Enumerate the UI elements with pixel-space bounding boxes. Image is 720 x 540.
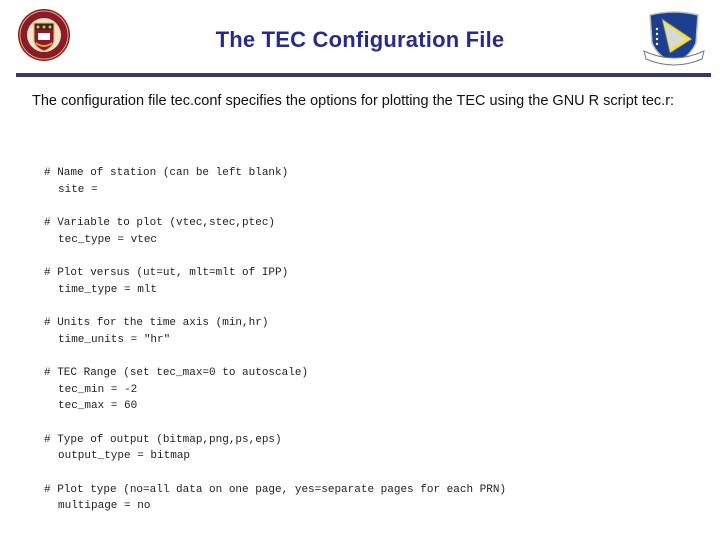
shield-icon [643, 11, 705, 66]
config-comment: # Units for the time axis (min,hr) [44, 317, 269, 329]
afrl-shield-logo [640, 9, 708, 69]
config-comment: # Plot type (no=all data on one page, ye… [44, 483, 507, 496]
config-block-tec-type: # Variable to plot (vtec,stec,ptec) tec_… [44, 215, 506, 248]
config-comment: # TEC Range (set tec_max=0 to autoscale) [44, 367, 309, 379]
config-setting: time_type = mlt [58, 283, 158, 296]
config-comment: # Variable to plot (vtec,stec,ptec) [44, 217, 276, 229]
page-title: The TEC Configuration File [215, 27, 505, 52]
config-comment: # Plot versus (ut=ut, mlt=mlt of IPP) [44, 267, 289, 279]
header-divider [16, 73, 711, 77]
config-setting: site = [58, 183, 98, 196]
config-block-station: # Name of station (can be left blank) si… [44, 165, 506, 198]
config-block-output-type: # Type of output (bitmap,png,ps,eps) out… [44, 432, 506, 465]
config-comment: # Name of station (can be left blank) [44, 167, 289, 179]
config-comment: # Type of output (bitmap,png,ps,eps) [44, 433, 282, 446]
config-setting: time_units = "hr" [58, 333, 171, 346]
config-setting: tec_min = -2 [58, 383, 138, 396]
config-block-tec-range: # TEC Range (set tec_max=0 to autoscale)… [44, 365, 506, 415]
config-block-time-units: # Units for the time axis (min,hr) time_… [44, 315, 506, 348]
config-setting: tec_max = 60 [58, 400, 138, 412]
config-block-multipage: # Plot type (no=all data on one page, ye… [44, 482, 506, 515]
intro-paragraph: The configuration file tec.conf specifie… [32, 93, 675, 109]
config-setting: tec_type = vtec [58, 233, 158, 246]
config-listing: # Name of station (can be left blank) si… [44, 165, 506, 532]
config-block-time-type: # Plot versus (ut=ut, mlt=mlt of IPP) ti… [44, 265, 506, 298]
config-setting: multipage = no [58, 500, 151, 512]
config-setting: output_type = bitmap [58, 450, 191, 462]
